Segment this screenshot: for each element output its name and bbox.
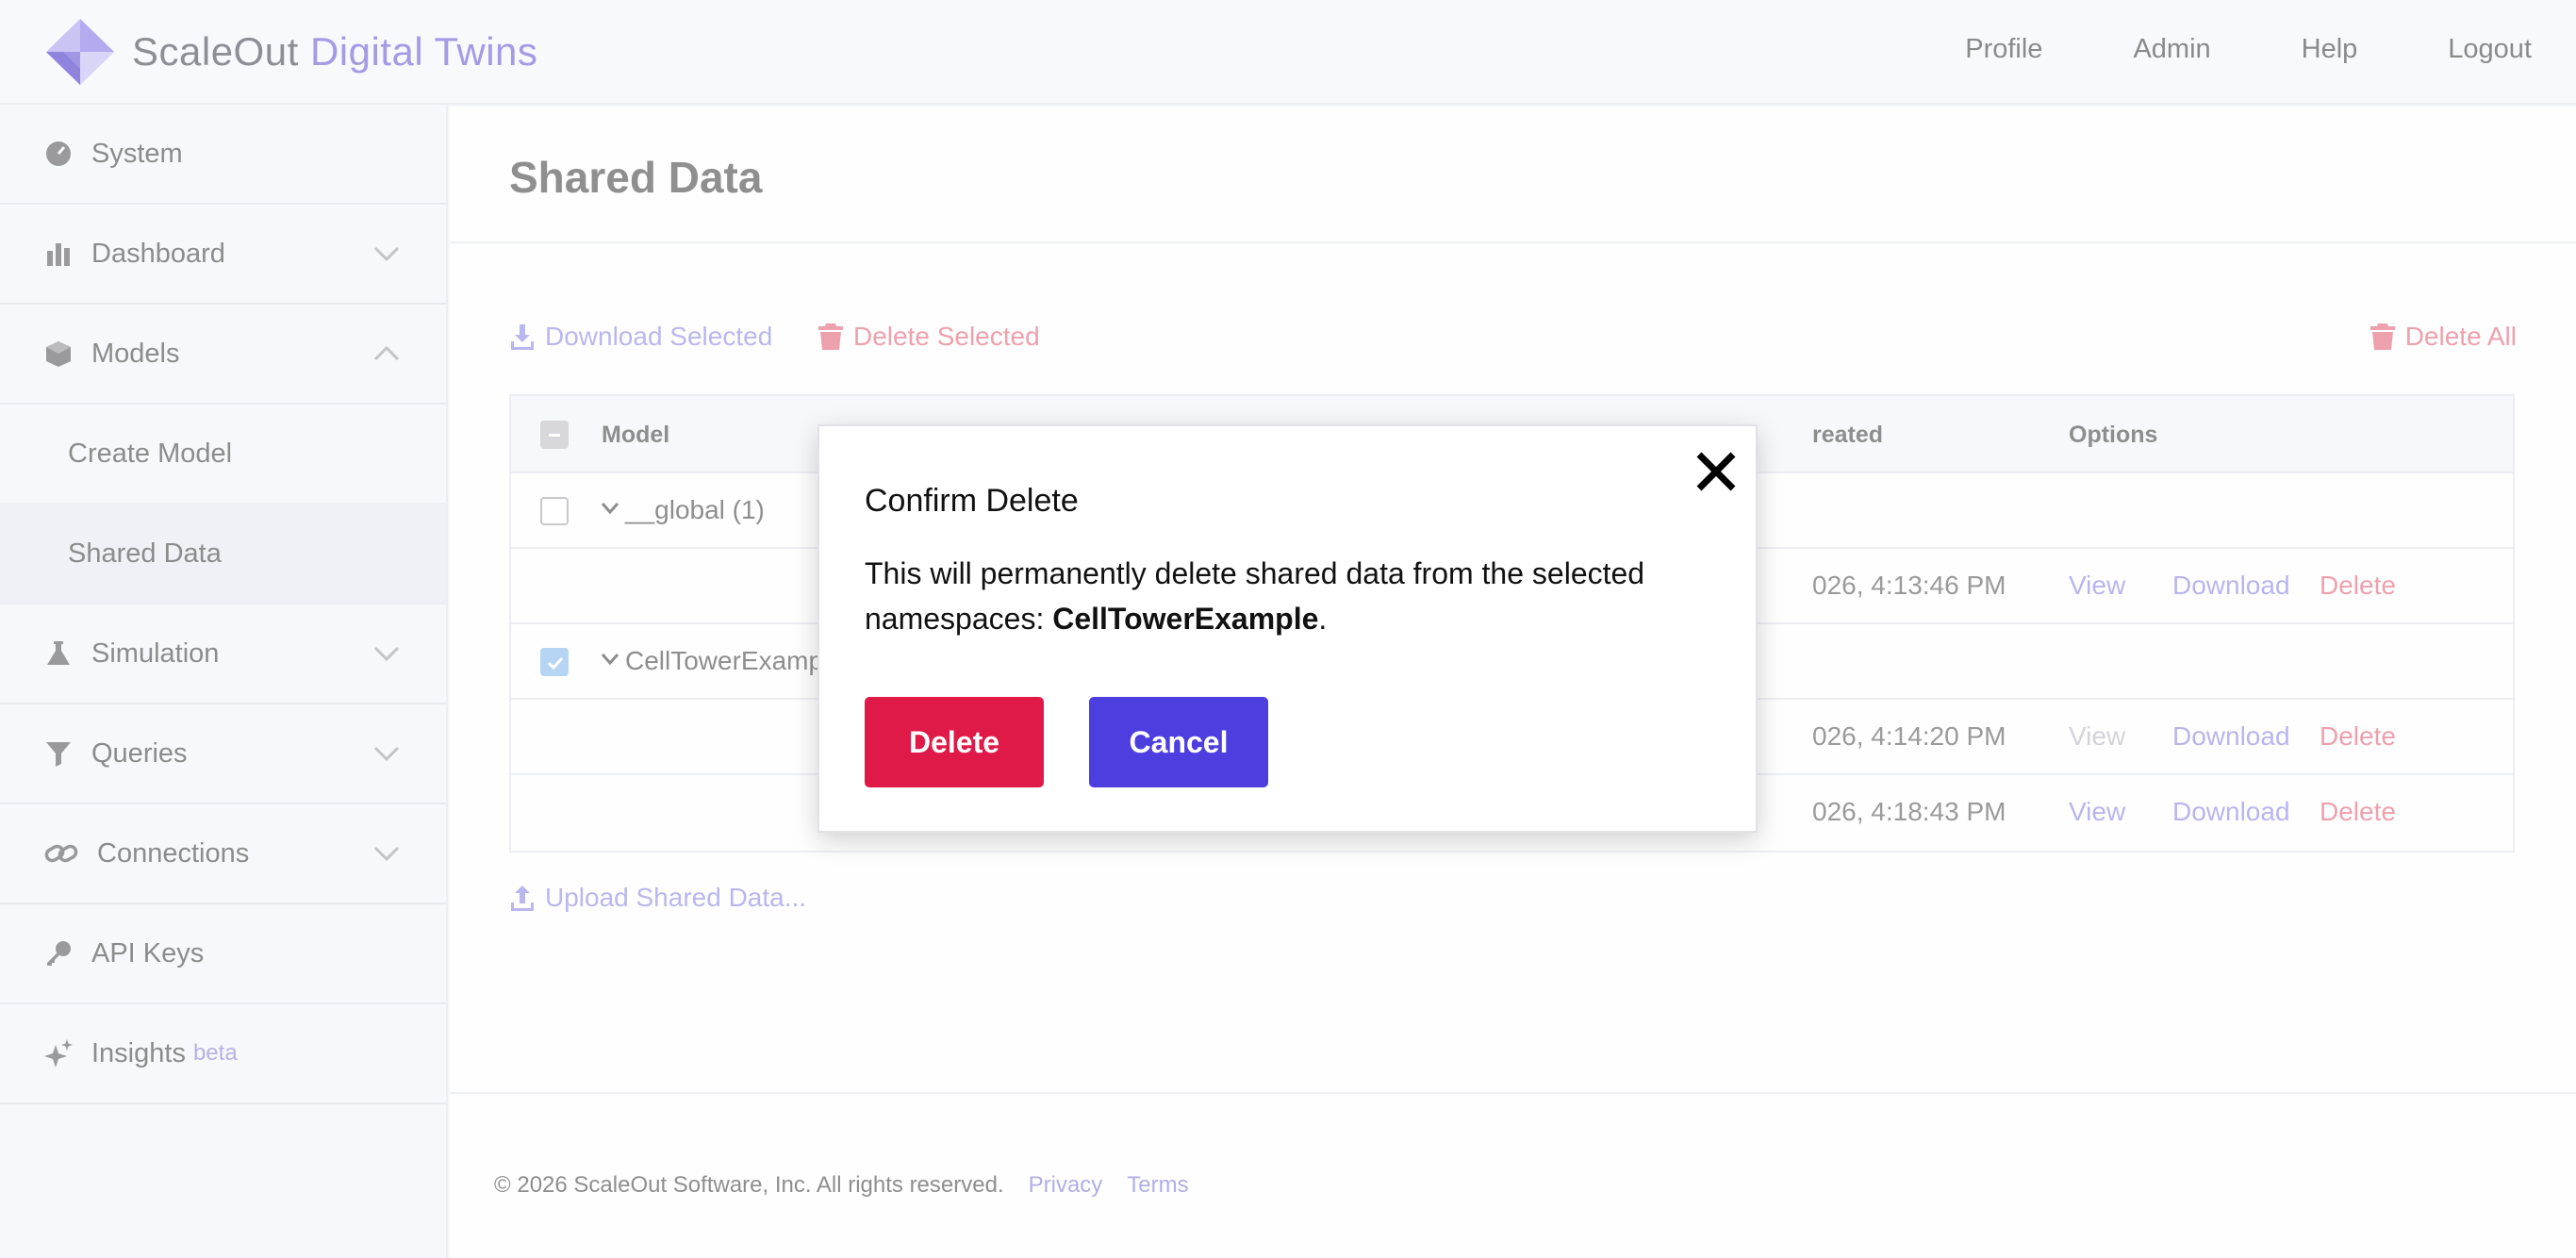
sidebar-item-simulation[interactable]: Simulation [0, 604, 446, 704]
view-link[interactable]: View [2069, 721, 2125, 752]
delete-link[interactable]: Delete [2320, 721, 2396, 752]
select-all-checkbox[interactable] [540, 421, 569, 449]
cancel-button[interactable]: Cancel [1089, 697, 1268, 787]
sidebar: System Dashboard Models Create Model Sha… [0, 105, 448, 1258]
confirm-delete-dialog: Confirm Delete This will permanently del… [817, 424, 1758, 833]
created-cell: 026, 4:13:46 PM [1812, 571, 2006, 600]
privacy-link[interactable]: Privacy [1029, 1172, 1103, 1199]
delete-link[interactable]: Delete [2320, 571, 2396, 601]
nav-help[interactable]: Help [2302, 34, 2358, 65]
delete-all-button[interactable]: Delete All [2370, 322, 2517, 352]
close-icon[interactable] [1693, 449, 1739, 494]
beta-badge: beta [192, 1040, 238, 1066]
trash-icon [818, 323, 843, 350]
sidebar-item-insights[interactable]: Insights beta [0, 1004, 446, 1104]
upload-shared-data-button[interactable]: Upload Shared Data... [509, 883, 806, 913]
created-cell: 026, 4:18:43 PM [1812, 797, 2006, 826]
chevron-down-icon[interactable] [601, 502, 619, 515]
page-title: Shared Data [509, 153, 763, 202]
link-icon [44, 839, 78, 868]
delete-selected-label: Delete Selected [853, 322, 1040, 351]
flask-icon [44, 639, 73, 668]
view-link[interactable]: View [2069, 797, 2125, 827]
bar-chart-icon [44, 240, 73, 268]
sidebar-item-label: API Keys [91, 937, 205, 968]
row-checkbox[interactable] [540, 648, 569, 676]
copyright-text: © 2026 ScaleOut Software, Inc. All right… [494, 1172, 1004, 1198]
terms-link[interactable]: Terms [1127, 1172, 1188, 1199]
sidebar-item-label: Queries [91, 737, 188, 769]
column-header-options: Options [2069, 422, 2158, 448]
chevron-down-icon[interactable] [372, 244, 401, 263]
upload-label: Upload Shared Data... [545, 883, 807, 912]
delete-link[interactable]: Delete [2320, 797, 2396, 827]
sidebar-item-label: Insights [91, 1037, 186, 1068]
upload-icon [511, 886, 534, 911]
column-header-model[interactable]: Model [602, 422, 669, 449]
footer: © 2026 ScaleOut Software, Inc. All right… [494, 1172, 1189, 1199]
sidebar-item-dashboard[interactable]: Dashboard [0, 205, 446, 305]
trash-icon [2370, 323, 2395, 350]
nav-profile[interactable]: Profile [1965, 34, 2042, 65]
sparkle-icon [44, 1039, 73, 1068]
sidebar-item-queries[interactable]: Queries [0, 704, 446, 804]
dialog-message: This will permanently delete shared data… [865, 556, 1645, 636]
divider [450, 241, 2576, 243]
cube-icon [44, 339, 73, 368]
download-link[interactable]: Download [2172, 721, 2290, 752]
download-selected-label: Download Selected [545, 322, 773, 351]
sidebar-item-system[interactable]: System [0, 105, 446, 205]
chevron-down-icon[interactable] [372, 744, 401, 763]
delete-selected-button[interactable]: Delete Selected [817, 322, 1040, 352]
sidebar-subitem-create-model[interactable]: Create Model [0, 405, 446, 505]
namespace-name: CellTowerExample [1052, 602, 1319, 636]
dialog-title: Confirm Delete [865, 483, 1079, 519]
nav-admin[interactable]: Admin [2133, 34, 2210, 65]
scaleout-logo-icon [46, 19, 114, 85]
download-link[interactable]: Download [2172, 797, 2290, 827]
chevron-down-icon[interactable] [372, 644, 401, 663]
namespace-label: CellTowerExamp [625, 646, 824, 675]
namespace-label: __global (1) [625, 495, 765, 524]
sidebar-item-label: Models [91, 338, 180, 369]
top-nav: Profile Admin Help Logout [1965, 34, 2532, 65]
row-checkbox[interactable] [540, 497, 569, 525]
brand-logo[interactable]: ScaleOut Digital Twins [44, 17, 537, 87]
sidebar-subitem-shared-data[interactable]: Shared Data [0, 505, 446, 604]
top-header: ScaleOut Digital Twins Profile Admin Hel… [0, 0, 2576, 105]
divider [450, 1092, 2576, 1094]
sidebar-item-models[interactable]: Models [0, 305, 446, 405]
chevron-down-icon[interactable] [372, 844, 401, 863]
sidebar-item-api-keys[interactable]: API Keys [0, 904, 446, 1004]
sidebar-item-label: System [91, 138, 183, 169]
download-icon [511, 324, 534, 350]
download-link[interactable]: Download [2172, 571, 2290, 601]
view-link[interactable]: View [2069, 571, 2125, 601]
brand-name: ScaleOut Digital Twins [132, 29, 538, 74]
delete-button[interactable]: Delete [865, 697, 1044, 787]
nav-logout[interactable]: Logout [2448, 34, 2532, 65]
gauge-icon [44, 140, 73, 168]
chevron-down-icon[interactable] [601, 653, 619, 666]
filter-icon [44, 739, 73, 768]
sidebar-item-connections[interactable]: Connections [0, 804, 446, 904]
sidebar-item-label: Simulation [91, 637, 220, 669]
sidebar-item-label: Dashboard [91, 238, 225, 269]
delete-all-label: Delete All [2404, 322, 2517, 351]
key-icon [44, 939, 73, 968]
created-cell: 026, 4:14:20 PM [1812, 721, 2006, 751]
chevron-up-icon[interactable] [372, 344, 401, 363]
sidebar-item-label: Connections [97, 837, 250, 869]
download-selected-button[interactable]: Download Selected [509, 322, 772, 352]
column-header-created[interactable]: reated [1812, 422, 1883, 449]
